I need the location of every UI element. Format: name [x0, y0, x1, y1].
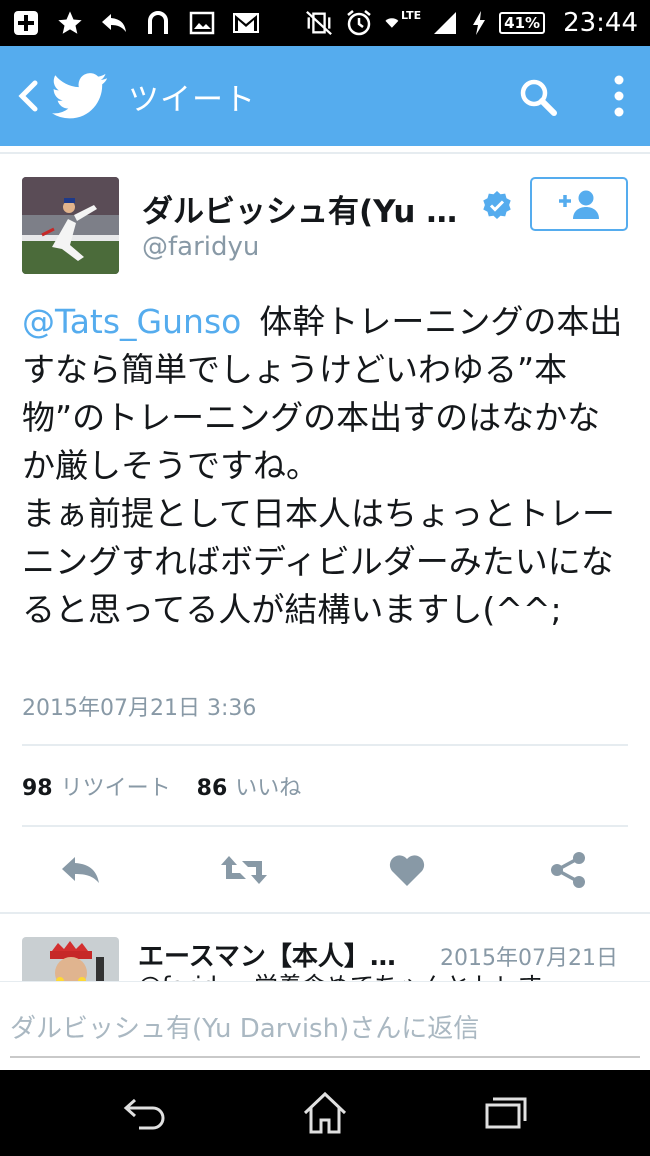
divider	[0, 152, 650, 154]
share-button[interactable]	[543, 845, 593, 895]
search-icon	[520, 79, 557, 116]
nav-home-button[interactable]	[295, 1088, 355, 1138]
like-button[interactable]	[382, 845, 432, 895]
battery-level: 41%	[504, 14, 541, 32]
reply-composer	[0, 981, 650, 1070]
reply-icon	[100, 9, 128, 37]
share-icon	[551, 852, 585, 888]
app-bar: ツイート	[0, 46, 650, 146]
wifi-icon: LTE	[385, 8, 422, 37]
overflow-menu-button[interactable]	[602, 70, 636, 122]
nav-back-button[interactable]	[115, 1088, 175, 1138]
nav-recents-button[interactable]	[476, 1088, 536, 1138]
back-button[interactable]	[6, 66, 50, 126]
recents-icon	[485, 1097, 527, 1129]
verified-badge-icon	[482, 190, 512, 220]
back-icon	[123, 1098, 165, 1130]
signal-icon	[431, 9, 459, 37]
author-avatar[interactable]	[22, 177, 119, 274]
tweet-timestamp: 2015年07月21日 3:36	[22, 696, 257, 721]
navigation-bar	[0, 1070, 650, 1156]
retweet-label[interactable]: リツイート	[61, 770, 171, 802]
divider	[22, 825, 628, 827]
tweet-text: @Tats_Gunso 体幹トレーニングの本出すなら簡単でしょうけどいわゆる”本物…	[22, 298, 632, 634]
tweet-body: 体幹トレーニングの本出すなら簡単でしょうけどいわゆる”本物”のトレーニングの本出…	[22, 302, 623, 629]
headset-icon	[144, 9, 172, 37]
network-type-label: LTE	[400, 8, 422, 22]
reply-button[interactable]	[56, 845, 106, 895]
like-label[interactable]: いいね	[235, 770, 301, 802]
author-handle[interactable]: @faridyu	[142, 232, 259, 262]
chevron-left-icon	[18, 80, 38, 112]
heart-icon	[389, 855, 425, 886]
gmail-icon	[232, 9, 260, 37]
retweet-icon	[221, 856, 267, 884]
more-vertical-icon	[614, 75, 624, 117]
divider	[0, 912, 650, 914]
twitter-bird-icon	[52, 72, 108, 120]
reply-icon	[62, 857, 99, 883]
reply-snippet[interactable]: @faridyu 栄養含めてちゃんとトレす…	[138, 966, 618, 982]
mention-link[interactable]: @Tats_Gunso	[22, 302, 241, 341]
add-user-icon	[559, 190, 599, 219]
star-icon	[56, 9, 84, 37]
alarm-icon	[345, 9, 373, 37]
retweet-button[interactable]	[219, 845, 269, 895]
vibrate-off-icon	[305, 9, 333, 37]
reply-input[interactable]	[10, 1002, 640, 1058]
status-bar: LTE 41% 23:44	[0, 0, 650, 46]
page-title: ツイート	[128, 81, 256, 118]
battery-icon: 41%	[499, 12, 546, 34]
image-icon	[188, 9, 216, 37]
author-name[interactable]: ダルビッシュ有(Yu D…	[142, 186, 472, 231]
tweet-stats: 98 リツイート 86 いいね	[22, 770, 327, 802]
home-icon	[303, 1091, 347, 1134]
clock: 23:44	[563, 8, 638, 38]
like-count[interactable]: 86	[197, 776, 228, 801]
follow-button[interactable]	[530, 177, 628, 231]
add-box-icon	[12, 9, 40, 37]
search-button[interactable]	[515, 74, 561, 120]
retweet-count[interactable]: 98	[22, 776, 53, 801]
charging-icon	[471, 9, 487, 37]
divider	[22, 744, 628, 746]
